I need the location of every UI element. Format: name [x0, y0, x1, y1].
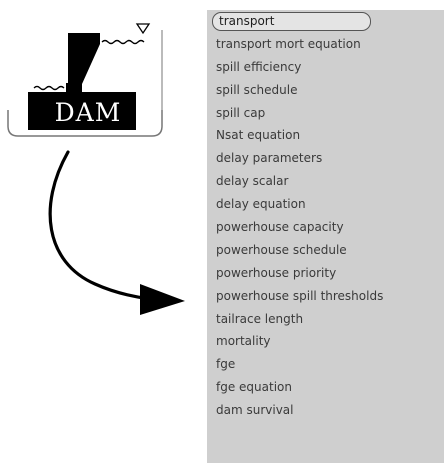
menu-item-label: dam survival [216, 403, 294, 418]
menu-item[interactable]: powerhouse capacity [207, 216, 444, 239]
menu-item-label: fge [216, 357, 236, 372]
menu-item[interactable]: transport mort equation [207, 33, 444, 56]
menu-item-label: powerhouse schedule [216, 242, 347, 257]
menu-item[interactable]: tailrace length [207, 308, 444, 331]
menu-item[interactable]: delay parameters [207, 147, 444, 170]
menu-item[interactable]: dam survival [207, 399, 444, 422]
menu-item-label: powerhouse capacity [216, 220, 344, 235]
menu-item-label: delay parameters [216, 151, 323, 166]
menu-item-label: spill cap [216, 105, 266, 120]
menu-item-label: fge equation [216, 380, 292, 395]
menu-item[interactable]: delay scalar [207, 170, 444, 193]
menu-item[interactable]: spill cap [207, 102, 444, 125]
menu-item-label: delay scalar [216, 174, 289, 189]
menu-item[interactable]: fge equation [207, 376, 444, 399]
menu-item[interactable]: delay equation [207, 193, 444, 216]
menu-item[interactable]: mortality [207, 330, 444, 353]
menu-item-label: powerhouse priority [216, 265, 337, 280]
menu-item[interactable]: transport [207, 10, 444, 33]
menu-item-label: transport mort equation [216, 36, 361, 51]
dam-label: DAM [54, 98, 122, 127]
parameter-menu-list: transport transport mort equation spill ef… [207, 10, 444, 422]
menu-item-label: spill schedule [216, 82, 298, 97]
parameter-menu: transport transport mort equation spill ef… [207, 10, 444, 463]
dam-icon[interactable]: DAM [6, 2, 164, 142]
menu-item-label: Nsat equation [216, 128, 301, 143]
menu-item-label: transport [212, 12, 372, 31]
menu-item[interactable]: Nsat equation [207, 124, 444, 147]
menu-item-label: powerhouse spill thresholds [216, 288, 384, 303]
menu-item-label: delay equation [216, 197, 306, 212]
menu-item[interactable]: spill schedule [207, 79, 444, 102]
menu-item[interactable]: powerhouse schedule [207, 239, 444, 262]
menu-item[interactable]: powerhouse spill thresholds [207, 285, 444, 308]
menu-item[interactable]: fge [207, 353, 444, 376]
menu-item[interactable]: powerhouse priority [207, 262, 444, 285]
menu-item-label: tailrace length [216, 311, 304, 326]
menu-item-label: mortality [216, 334, 271, 349]
menu-item[interactable]: spill efficiency [207, 56, 444, 79]
menu-item-label: spill efficiency [216, 59, 302, 74]
